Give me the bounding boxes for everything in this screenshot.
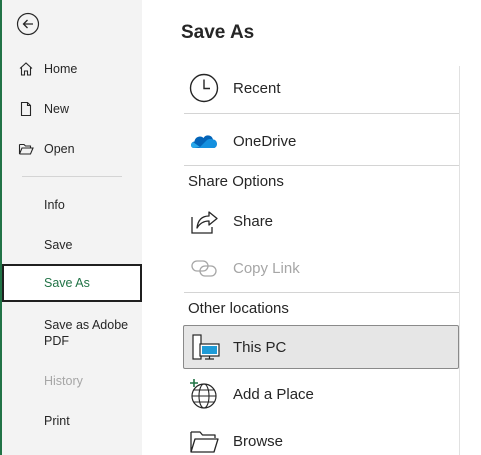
location-browse[interactable]: Browse <box>184 419 459 455</box>
location-share[interactable]: Share <box>184 199 459 243</box>
separator <box>184 113 459 114</box>
clock-icon <box>188 72 220 104</box>
sidebar-item-label: Save <box>44 238 73 252</box>
share-icon <box>188 205 220 237</box>
sidebar-item-print[interactable]: Print <box>2 403 142 439</box>
sidebar-item-label: Open <box>44 142 75 156</box>
separator <box>184 165 459 166</box>
location-add-a-place[interactable]: Add a Place <box>184 372 459 416</box>
separator <box>184 292 459 293</box>
back-button[interactable] <box>16 12 40 36</box>
link-icon <box>188 252 220 284</box>
globe-add-icon <box>188 378 220 410</box>
share-options-heading: Share Options <box>188 173 284 190</box>
panel-divider <box>459 66 460 455</box>
save-as-panel: Save As Recent OneDrive Share Options Sh… <box>142 0 481 455</box>
location-label: Add a Place <box>233 385 314 403</box>
sidebar-item-label: Home <box>44 62 78 76</box>
home-icon <box>17 60 35 78</box>
sidebar-item-label: Print <box>44 414 70 428</box>
sidebar-item-history: History <box>2 363 142 399</box>
sidebar-item-save-as[interactable]: Save As <box>2 264 142 302</box>
location-label: OneDrive <box>233 132 297 150</box>
onedrive-cloud-icon <box>188 125 220 157</box>
sidebar-item-home[interactable]: Home <box>2 51 142 87</box>
location-label: Recent <box>233 79 281 97</box>
other-locations-heading: Other locations <box>188 300 289 317</box>
backstage-sidebar: Home New Open Info Save Save As Save as … <box>2 0 142 455</box>
sidebar-divider <box>22 176 122 177</box>
location-label: Copy Link <box>233 259 300 277</box>
sidebar-item-label: Save as Adobe PDF <box>44 318 129 348</box>
location-copy-link: Copy Link <box>184 246 459 290</box>
folder-icon <box>188 425 220 455</box>
sidebar-item-label: Save As <box>44 276 90 290</box>
page-title: Save As <box>181 22 255 43</box>
sidebar-item-info[interactable]: Info <box>2 187 142 223</box>
sidebar-item-label: Info <box>44 198 65 212</box>
location-this-pc[interactable]: This PC <box>183 325 459 369</box>
sidebar-item-open[interactable]: Open <box>2 131 142 167</box>
back-arrow-icon <box>16 12 40 36</box>
new-document-icon <box>17 100 35 118</box>
location-recent[interactable]: Recent <box>184 66 459 110</box>
location-label: This PC <box>233 338 287 356</box>
location-label: Browse <box>233 432 284 450</box>
sidebar-item-label: History <box>44 374 83 388</box>
folder-open-icon <box>17 140 35 158</box>
location-label: Share <box>233 212 274 230</box>
location-onedrive[interactable]: OneDrive <box>184 119 459 163</box>
sidebar-item-save[interactable]: Save <box>2 227 142 263</box>
sidebar-item-new[interactable]: New <box>2 91 142 127</box>
computer-icon <box>188 331 220 363</box>
sidebar-item-label: New <box>44 102 70 116</box>
sidebar-item-save-as-adobe-pdf[interactable]: Save as Adobe PDF <box>2 311 142 355</box>
